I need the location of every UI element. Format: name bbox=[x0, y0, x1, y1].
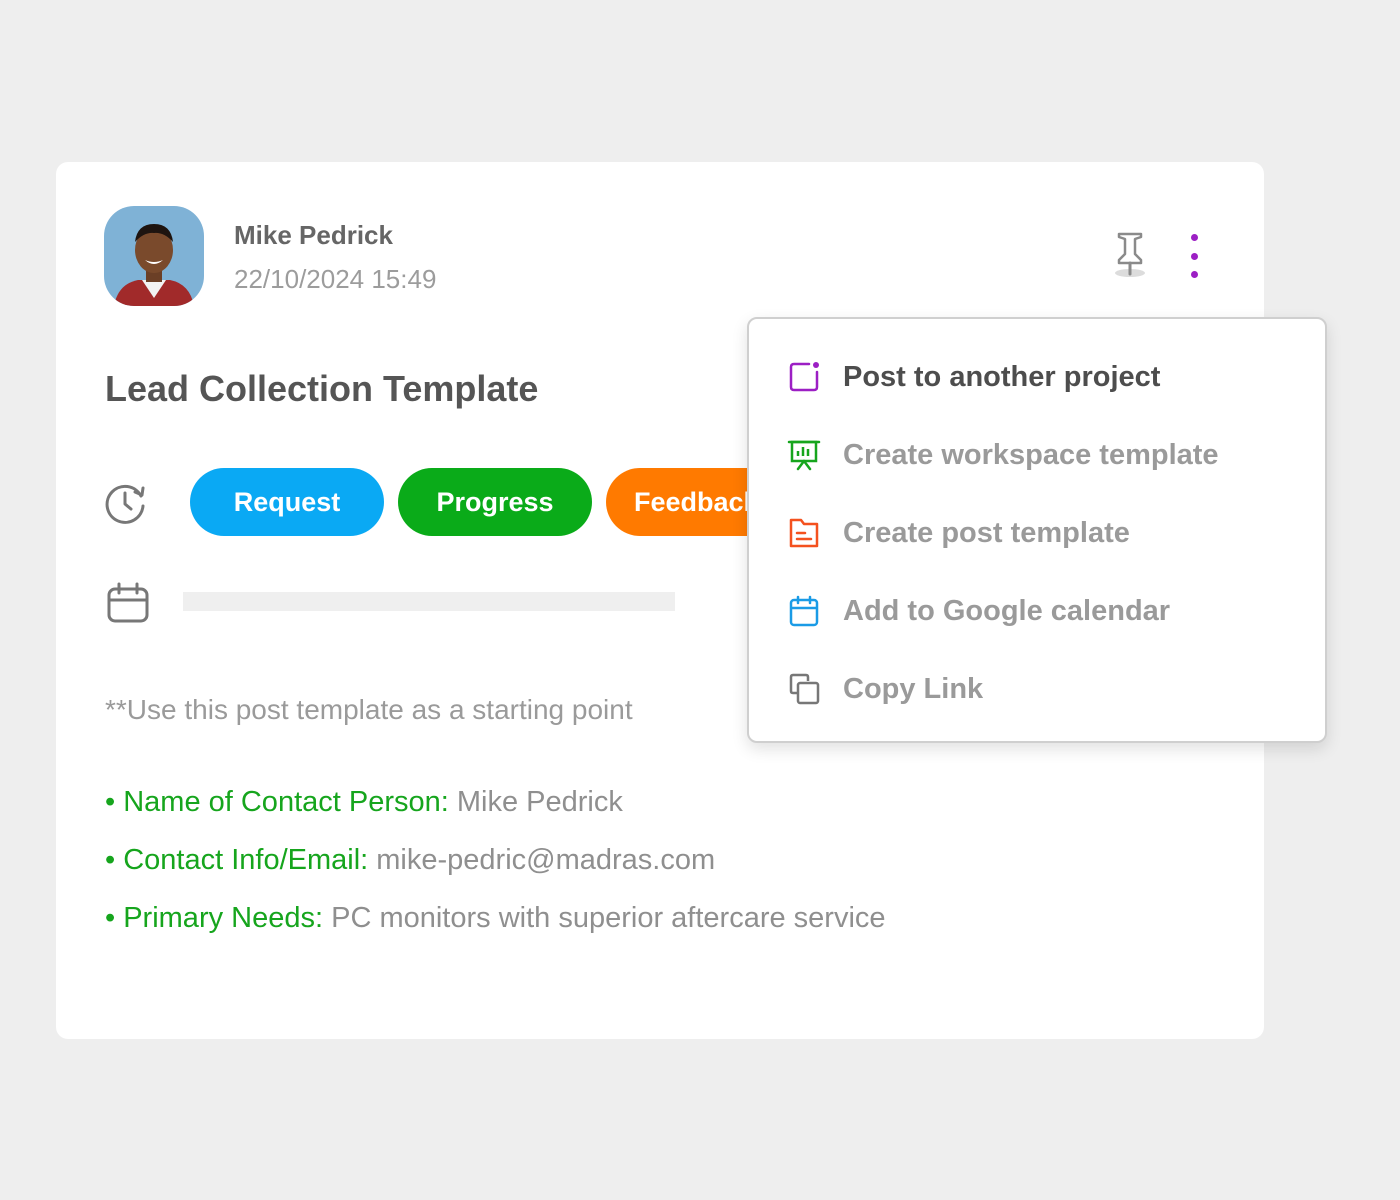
presentation-chart-icon bbox=[787, 440, 821, 471]
menu-item-create-post-template[interactable]: Create post template bbox=[749, 503, 1325, 563]
post-intro-text: **Use this post template as a starting p… bbox=[105, 694, 633, 725]
field-value: mike-pedric@madras.com bbox=[368, 844, 716, 876]
post-to-project-icon bbox=[789, 362, 819, 392]
author-name[interactable]: Mike Pedrick bbox=[234, 220, 393, 251]
history-icon bbox=[103, 480, 149, 526]
more-vertical-icon bbox=[1190, 234, 1198, 241]
menu-item-add-to-google-calendar[interactable]: Add to Google calendar bbox=[749, 581, 1325, 641]
menu-item-label: Create post template bbox=[843, 516, 1130, 549]
field-label: • Contact Info/Email: bbox=[105, 844, 369, 876]
field-value: PC monitors with superior aftercare serv… bbox=[323, 902, 886, 934]
calendar-icon bbox=[106, 582, 150, 624]
post-title: Lead Collection Template bbox=[105, 368, 539, 409]
date-placeholder[interactable] bbox=[183, 592, 675, 611]
post-options-menu: Post to another project Create workspace… bbox=[747, 317, 1327, 743]
menu-item-create-workspace-template[interactable]: Create workspace template bbox=[749, 425, 1325, 485]
document-icon bbox=[789, 518, 819, 548]
status-pill-progress[interactable]: Progress bbox=[398, 468, 592, 536]
menu-item-label: Post to another project bbox=[843, 360, 1161, 393]
status-pill-request[interactable]: Request bbox=[190, 468, 384, 536]
pin-icon[interactable] bbox=[1110, 230, 1150, 280]
field-label: • Primary Needs: bbox=[105, 902, 324, 934]
copy-icon bbox=[789, 673, 820, 705]
field-primary-needs: • Primary Needs: PC monitors with superi… bbox=[105, 902, 886, 935]
avatar[interactable] bbox=[104, 206, 204, 306]
field-contact-person: • Name of Contact Person: Mike Pedrick bbox=[105, 786, 623, 819]
field-contact-email: • Contact Info/Email: mike-pedric@madras… bbox=[105, 844, 715, 877]
menu-item-label: Add to Google calendar bbox=[843, 594, 1171, 627]
field-label: • Name of Contact Person: bbox=[105, 786, 449, 818]
calendar-icon bbox=[789, 595, 819, 627]
post-timestamp: 22/10/2024 15:49 bbox=[234, 264, 437, 294]
menu-item-post-to-another-project[interactable]: Post to another project bbox=[749, 347, 1325, 407]
field-value: Mike Pedrick bbox=[448, 786, 623, 818]
menu-item-copy-link[interactable]: Copy Link bbox=[749, 659, 1325, 719]
menu-item-label: Create workspace template bbox=[843, 438, 1219, 471]
menu-item-label: Copy Link bbox=[843, 672, 984, 705]
more-options-button[interactable] bbox=[1180, 234, 1208, 278]
